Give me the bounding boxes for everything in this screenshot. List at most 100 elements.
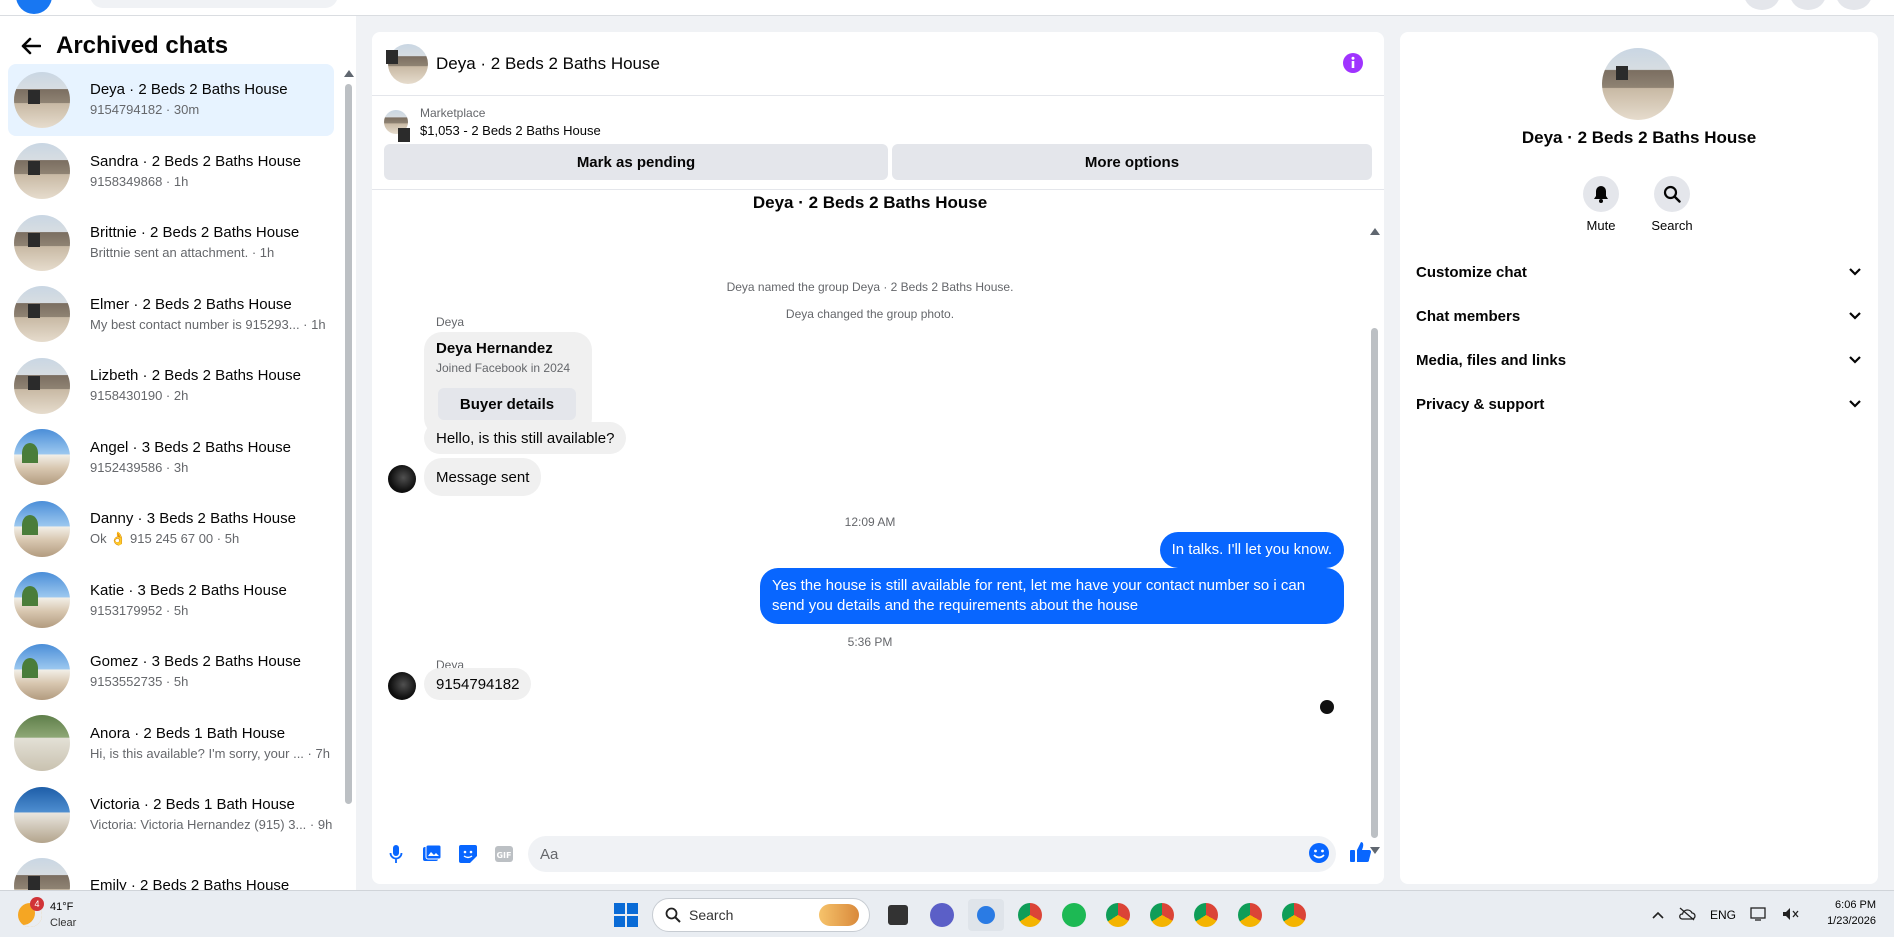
- chat-name: Anora · 2 Beds 1 Bath House: [90, 724, 286, 742]
- bell-icon[interactable]: [1583, 176, 1619, 212]
- volume-muted-icon[interactable]: [1782, 907, 1800, 924]
- message-input[interactable]: Aa: [528, 836, 1336, 872]
- weather-widget[interactable]: 4 41°F Clear: [16, 897, 106, 933]
- chat-list-item[interactable]: Angel · 3 Beds 2 Baths House 9152439586 ·…: [8, 422, 334, 494]
- chrome-profile-icon[interactable]: [1188, 899, 1224, 931]
- chevron-down-icon[interactable]: [1848, 396, 1862, 413]
- thread-scrollbar[interactable]: [1370, 228, 1380, 854]
- snipping-tool-icon[interactable]: [968, 899, 1004, 931]
- chat-list-item[interactable]: Brittnie · 2 Beds 2 Baths House Brittnie …: [8, 207, 334, 279]
- message-timestamp: 12:09 AM: [844, 515, 896, 529]
- gif-icon[interactable]: GIF: [486, 836, 522, 872]
- chat-avatar: [14, 858, 70, 890]
- chat-avatar: [14, 71, 70, 128]
- chat-text: Danny · 3 Beds 2 Baths House Ok 👌 915 245…: [90, 509, 296, 548]
- cloud-off-icon[interactable]: [1678, 907, 1696, 924]
- listing-thumbnail[interactable]: [384, 110, 410, 142]
- chat-text: Katie · 3 Beds 2 Baths House 9153179952 ·…: [90, 581, 287, 620]
- message-bubble-incoming[interactable]: Hello, is this still available?: [424, 422, 627, 454]
- photo-icon[interactable]: [414, 836, 450, 872]
- chrome-profile-icon[interactable]: [1144, 899, 1180, 931]
- chat-list-item[interactable]: Victoria · 2 Beds 1 Bath House Victoria: …: [8, 779, 334, 851]
- search-button[interactable]: Search: [1642, 176, 1702, 233]
- microphone-icon[interactable]: [378, 836, 414, 872]
- messenger-button[interactable]: [1790, 0, 1826, 10]
- chat-list-item[interactable]: Sandra · 2 Beds 2 Baths House 9158349868 …: [8, 136, 334, 208]
- chat-list-item[interactable]: Anora · 2 Beds 1 Bath House Hi, is this a…: [8, 708, 334, 780]
- taskbar-search[interactable]: Search: [652, 898, 870, 932]
- listing-price[interactable]: $1,053 - 2 Beds 2 Baths House: [420, 123, 601, 138]
- chat-text: Emily · 2 Beds 2 Baths House: [90, 876, 289, 890]
- chat-avatar: [14, 286, 70, 343]
- conversation-title[interactable]: Deya · 2 Beds 2 Baths House: [436, 54, 660, 74]
- chat-list-item[interactable]: Lizbeth · 2 Beds 2 Baths House 9158430190…: [8, 350, 334, 422]
- scrollbar-thumb[interactable]: [1371, 328, 1378, 838]
- facebook-search-input[interactable]: [90, 0, 338, 8]
- media-files-links-section[interactable]: Media, files and links: [1400, 338, 1878, 382]
- chrome-profile-icon[interactable]: [1100, 899, 1136, 931]
- info-icon[interactable]: [1342, 52, 1364, 74]
- chat-text: Elmer · 2 Beds 2 Baths House My best cont…: [90, 295, 326, 334]
- chevron-down-icon[interactable]: [1848, 308, 1862, 325]
- message-bubble-incoming[interactable]: 9154794182: [424, 668, 532, 700]
- chrome-profile-icon[interactable]: [1232, 899, 1268, 931]
- mark-as-pending-button[interactable]: Mark as pending: [384, 144, 888, 180]
- customize-chat-section[interactable]: Customize chat: [1400, 250, 1878, 294]
- facebook-logo-icon[interactable]: [16, 0, 52, 14]
- chat-members-section[interactable]: Chat members: [1400, 294, 1878, 338]
- chat-list-item[interactable]: Katie · 3 Beds 2 Baths House 9153179952 ·…: [8, 565, 334, 637]
- conversation-avatar[interactable]: [388, 43, 428, 84]
- chat-list-item[interactable]: Danny · 3 Beds 2 Baths House Ok 👌 915 245…: [8, 493, 334, 565]
- sidebar-scrollbar[interactable]: [344, 70, 354, 810]
- task-view-icon[interactable]: [880, 899, 916, 931]
- profile-avatar[interactable]: [1836, 0, 1872, 10]
- section-label: Privacy & support: [1416, 395, 1545, 413]
- chat-list-item[interactable]: Emily · 2 Beds 2 Baths House: [8, 851, 334, 890]
- windows-start-icon[interactable]: [614, 903, 638, 927]
- system-clock[interactable]: 6:06 PM 1/23/2026: [1814, 897, 1876, 929]
- chrome-icon[interactable]: [1012, 899, 1048, 931]
- chevron-down-icon[interactable]: [1848, 264, 1862, 281]
- sender-avatar[interactable]: [388, 672, 416, 700]
- scroll-up-arrow-icon[interactable]: [344, 70, 354, 77]
- display-icon[interactable]: [1750, 906, 1768, 924]
- chat-name: Sandra · 2 Beds 2 Baths House: [90, 152, 301, 170]
- message-bubble-outgoing[interactable]: Yes the house is still available for ren…: [760, 568, 1344, 624]
- chat-list-item[interactable]: Deya · 2 Beds 2 Baths House 9154794182 · …: [8, 64, 334, 136]
- buyer-details-button[interactable]: Buyer details: [438, 388, 576, 420]
- chat-list-item[interactable]: Elmer · 2 Beds 2 Baths House My best cont…: [8, 279, 334, 351]
- chat-name: Brittnie · 2 Beds 2 Baths House: [90, 224, 300, 242]
- chat-app-icon[interactable]: [924, 899, 960, 931]
- weather-badge: 4: [30, 897, 44, 911]
- spotify-icon[interactable]: [1056, 899, 1092, 931]
- chat-name: Emily · 2 Beds 2 Baths House: [90, 876, 290, 890]
- chrome-profile-icon[interactable]: [1276, 899, 1312, 931]
- privacy-support-section[interactable]: Privacy & support: [1400, 382, 1878, 426]
- menu-button[interactable]: [1744, 0, 1780, 10]
- mute-button[interactable]: Mute: [1571, 176, 1631, 233]
- sender-avatar[interactable]: [388, 465, 416, 493]
- language-indicator[interactable]: ENG: [1710, 908, 1736, 922]
- chevron-down-icon[interactable]: [1848, 352, 1862, 369]
- message-bubble-incoming[interactable]: Message sent: [424, 458, 542, 496]
- windows-taskbar: 4 41°F Clear Search ENG 6:06 PM 1/23/202…: [0, 890, 1894, 937]
- svg-text:GIF: GIF: [496, 851, 511, 860]
- more-options-button[interactable]: More options: [892, 144, 1372, 180]
- chat-list-item[interactable]: Gomez · 3 Beds 2 Baths House 9153552735 ·…: [8, 636, 334, 708]
- chat-preview: 9158430190 · 2h: [90, 388, 189, 404]
- chevron-up-icon[interactable]: [1652, 908, 1664, 922]
- scroll-up-arrow-icon[interactable]: [1370, 228, 1380, 235]
- group-avatar[interactable]: [1602, 48, 1674, 120]
- message-bubble-outgoing[interactable]: In talks. I'll let you know.: [1159, 532, 1344, 568]
- system-message: Deya named the group Deya · 2 Beds 2 Bat…: [726, 280, 1014, 294]
- search-icon[interactable]: [1654, 176, 1690, 212]
- back-arrow-icon[interactable]: [18, 33, 44, 59]
- thumbs-up-icon[interactable]: [1349, 840, 1375, 866]
- scrollbar-thumb[interactable]: [345, 84, 352, 804]
- emoji-icon[interactable]: [1308, 842, 1330, 864]
- chat-text: Anora · 2 Beds 1 Bath House Hi, is this a…: [90, 724, 330, 763]
- chat-text: Brittnie · 2 Beds 2 Baths House Brittnie …: [90, 223, 299, 262]
- sticker-icon[interactable]: [450, 836, 486, 872]
- sender-label: Deya: [436, 315, 465, 329]
- facebook-top-bar: [0, 0, 1894, 16]
